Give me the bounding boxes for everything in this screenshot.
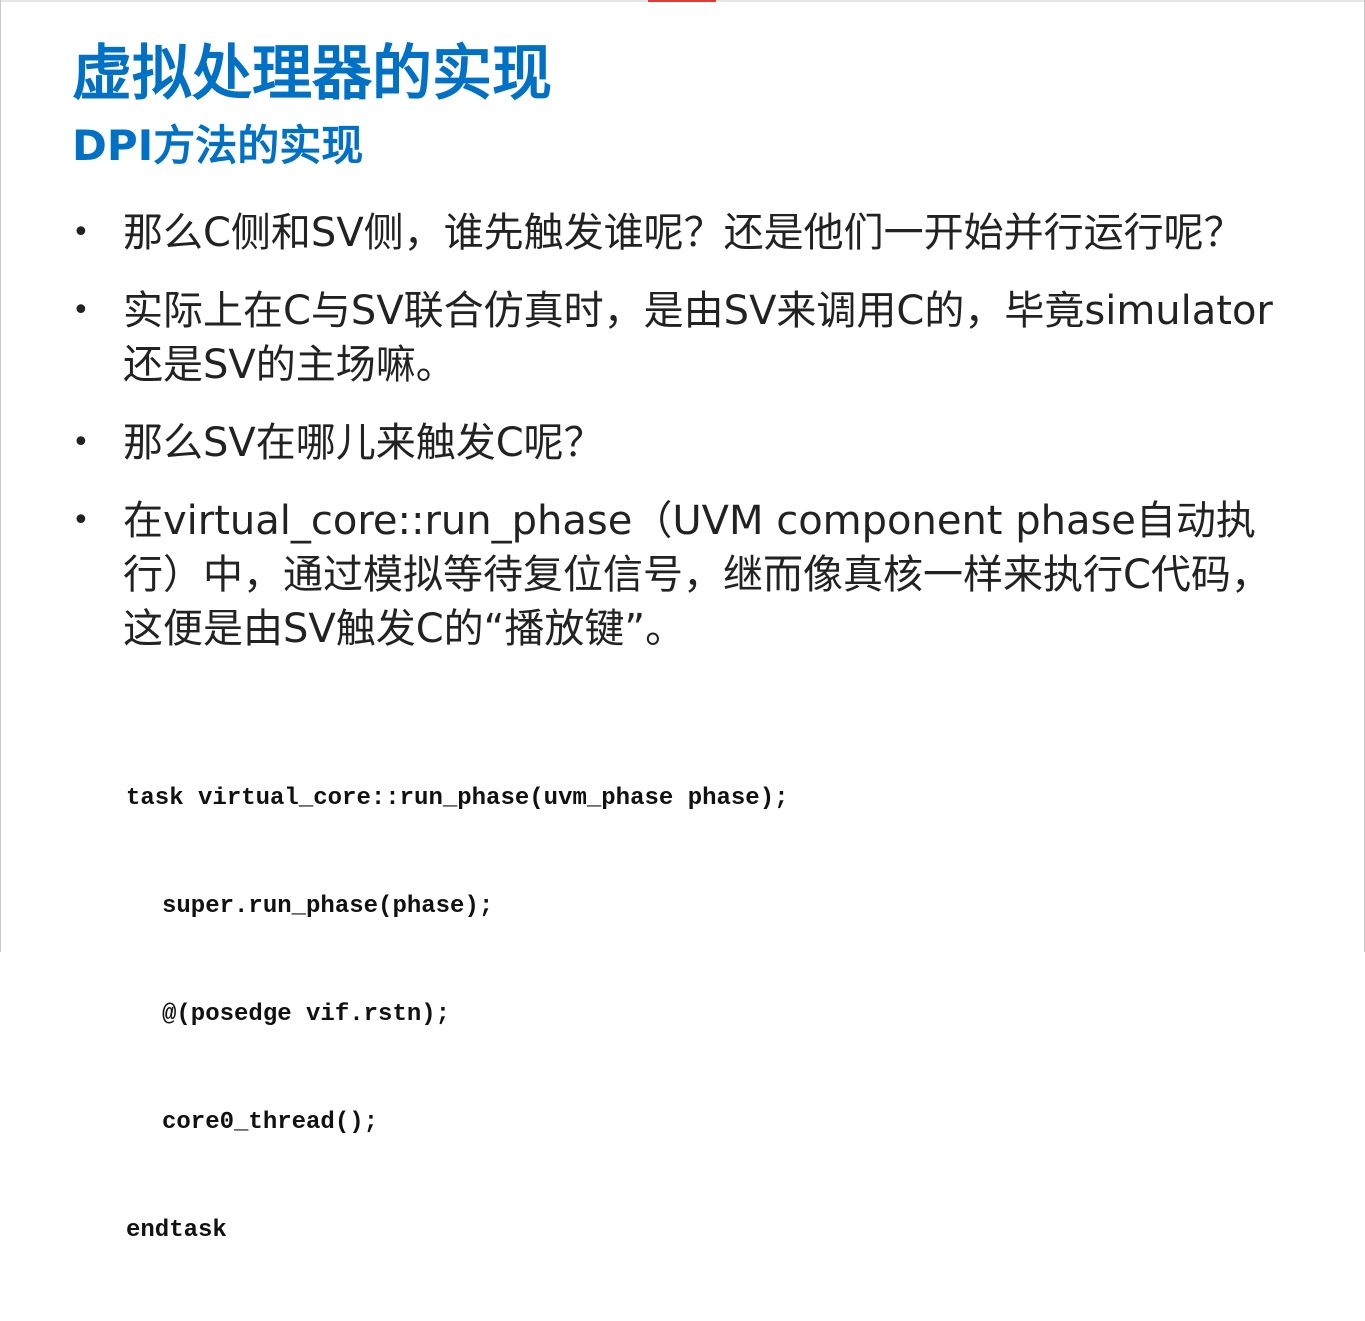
slide: 虚拟处理器的实现 DPI方法的实现 • 那么C侧和SV侧，谁先触发谁呢？还是他们… (0, 0, 1365, 1244)
bullet-item: • 在virtual_core::run_phase（UVM component… (72, 494, 1302, 656)
code-line: @(posedge vif.rstn); (162, 1001, 451, 1028)
bullet-dot-icon: • (72, 503, 90, 538)
bullet-text: 那么SV在哪儿来触发C呢？ (123, 420, 604, 466)
slide-subtitle: DPI方法的实现 (72, 121, 364, 170)
bullet-list: • 那么C侧和SV侧，谁先触发谁呢？还是他们一开始并行运行呢？ • 实际上在C与… (72, 206, 1302, 656)
code-line: super.run_phase(phase); (162, 893, 494, 920)
bullet-item: • 那么SV在哪儿来触发C呢？ (72, 416, 1302, 470)
code-line: core0_thread(); (162, 1109, 379, 1136)
code-line: endtask (126, 1217, 227, 1244)
bullet-dot-icon: • (72, 425, 90, 460)
bullet-text: 那么C侧和SV侧，谁先触发谁呢？还是他们一开始并行运行呢？ (123, 210, 1244, 256)
top-accent-mark (648, 0, 716, 2)
left-edge-line (0, 0, 1, 952)
code-block: task virtual_core::run_phase(uvm_phase p… (126, 709, 789, 1321)
bullet-item: • 实际上在C与SV联合仿真时，是由SV来调用C的，毕竟simulator还是S… (72, 284, 1302, 392)
bullet-dot-icon: • (72, 215, 90, 250)
code-line: task virtual_core::run_phase(uvm_phase p… (126, 785, 789, 812)
slide-title: 虚拟处理器的实现 (72, 39, 552, 109)
bullet-text: 实际上在C与SV联合仿真时，是由SV来调用C的，毕竟simulator还是SV的… (123, 288, 1273, 388)
bullet-text: 在virtual_core::run_phase（UVM component p… (123, 498, 1271, 652)
bullet-dot-icon: • (72, 293, 90, 328)
bullet-item: • 那么C侧和SV侧，谁先触发谁呢？还是他们一开始并行运行呢？ (72, 206, 1302, 260)
